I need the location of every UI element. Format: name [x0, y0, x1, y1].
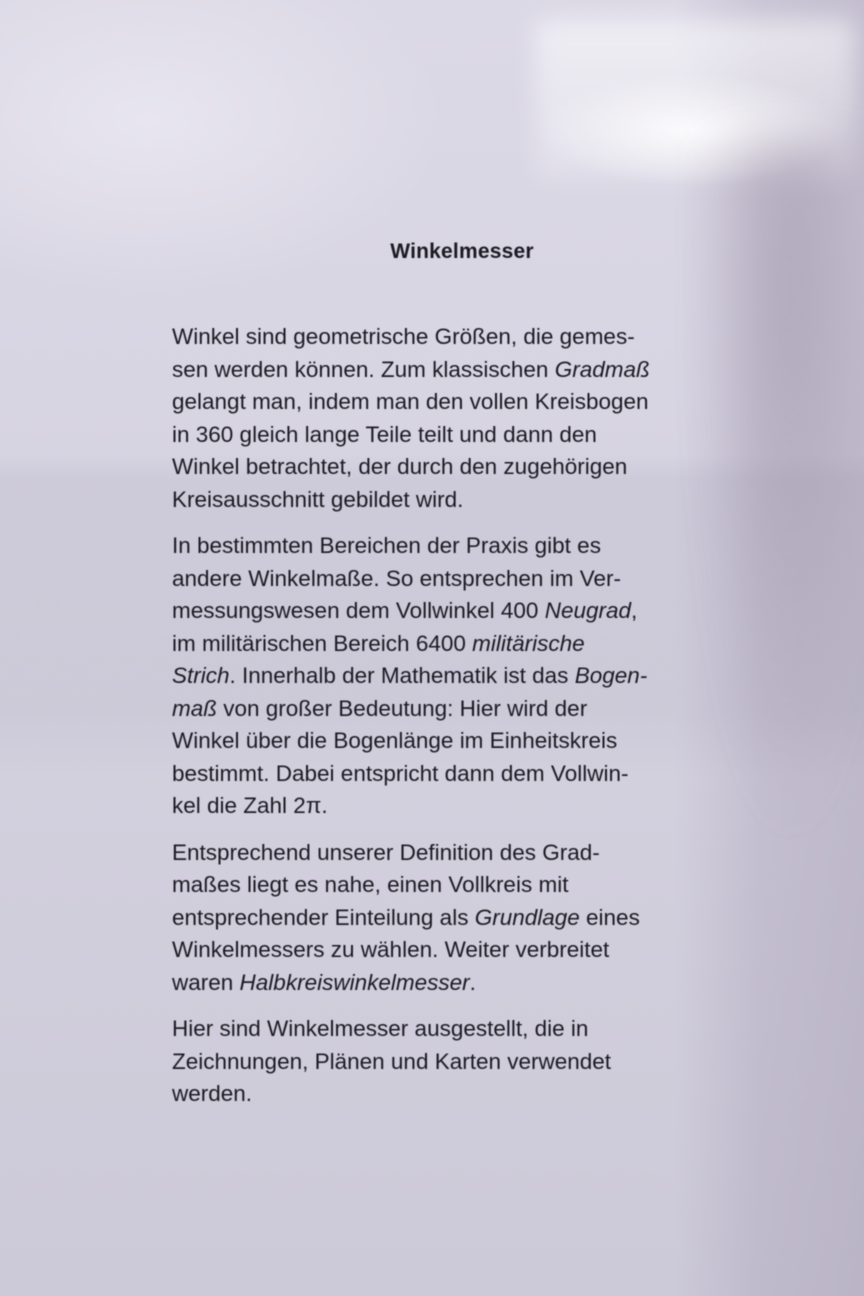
info-panel: Winkelmesser Winkel sind geometrische Gr… [172, 240, 772, 1125]
italic-term: Strich [172, 663, 230, 688]
text-line: sen werden können. Zum klassischen Gradm… [172, 356, 650, 382]
panel-title: Winkelmesser [390, 240, 534, 263]
text-line: gelangt man, indem man den vollen Kreisb… [172, 389, 649, 414]
italic-term: Grundlage [474, 904, 580, 930]
paragraph-3: Entsprechend unserer Definition des Grad… [172, 837, 772, 1000]
text-line: kel die Zahl 2π. [172, 793, 328, 818]
text-line: maßes liegt es nahe, einen Vollkreis mit [172, 872, 569, 897]
panel-body: Winkel sind geometrische Größen, die gem… [172, 321, 772, 1111]
text-line: Zeichnungen, Plänen und Karten verwendet [172, 1048, 612, 1074]
text-line: Winkel betrachtet, der durch den zugehör… [172, 454, 628, 479]
italic-term: Neugrad [544, 598, 632, 623]
text-line: In bestimmten Bereichen der Praxis gibt … [172, 533, 601, 558]
italic-term: Bogen- [574, 663, 648, 688]
text-line: Entsprechend unserer Definition des Grad… [172, 839, 600, 865]
italic-term: Gradmaß [554, 356, 650, 382]
text-line: Kreisausschnitt gebildet wird. [172, 486, 464, 512]
text-line: messungswesen dem Vollwinkel 400 Neugrad… [172, 598, 638, 623]
text-line: in 360 gleich lange Teile teilt und dann… [172, 421, 597, 447]
text-line: Winkel sind geometrische Größen, die gem… [172, 324, 635, 349]
text-line: Winkelmessers zu wählen. Weiter verbreit… [172, 937, 610, 962]
text-line: werden. [172, 1081, 253, 1106]
text-line: Strich. Innerhalb der Mathematik ist das… [172, 663, 648, 688]
paragraph-2: In bestimmten Bereichen der Praxis gibt … [172, 530, 772, 823]
text-line: waren Halbkreiswinkelmesser. [172, 969, 476, 995]
text-line: Hier sind Winkelmesser ausgestellt, die … [172, 1016, 589, 1041]
text-line: andere Winkelmaße. So entsprechen im Ver… [172, 565, 621, 591]
paragraph-1: Winkel sind geometrische Größen, die gem… [172, 321, 772, 516]
italic-term: maß [172, 695, 217, 721]
text-line: Winkel über die Bogenlänge im Einheitskr… [172, 728, 618, 753]
text-line: im militärischen Bereich 6400 militärisc… [172, 630, 585, 656]
italic-term: militärische [472, 630, 585, 656]
text-line: entsprechender Einteilung als Grundlage … [172, 904, 640, 930]
italic-term: Halbkreiswinkelmesser [239, 969, 470, 995]
text-line: bestimmt. Dabei entspricht dann dem Voll… [172, 760, 629, 786]
text-line: maß von großer Bedeutung: Hier wird der [172, 695, 588, 721]
paragraph-4: Hier sind Winkelmesser ausgestellt, die … [172, 1013, 772, 1111]
